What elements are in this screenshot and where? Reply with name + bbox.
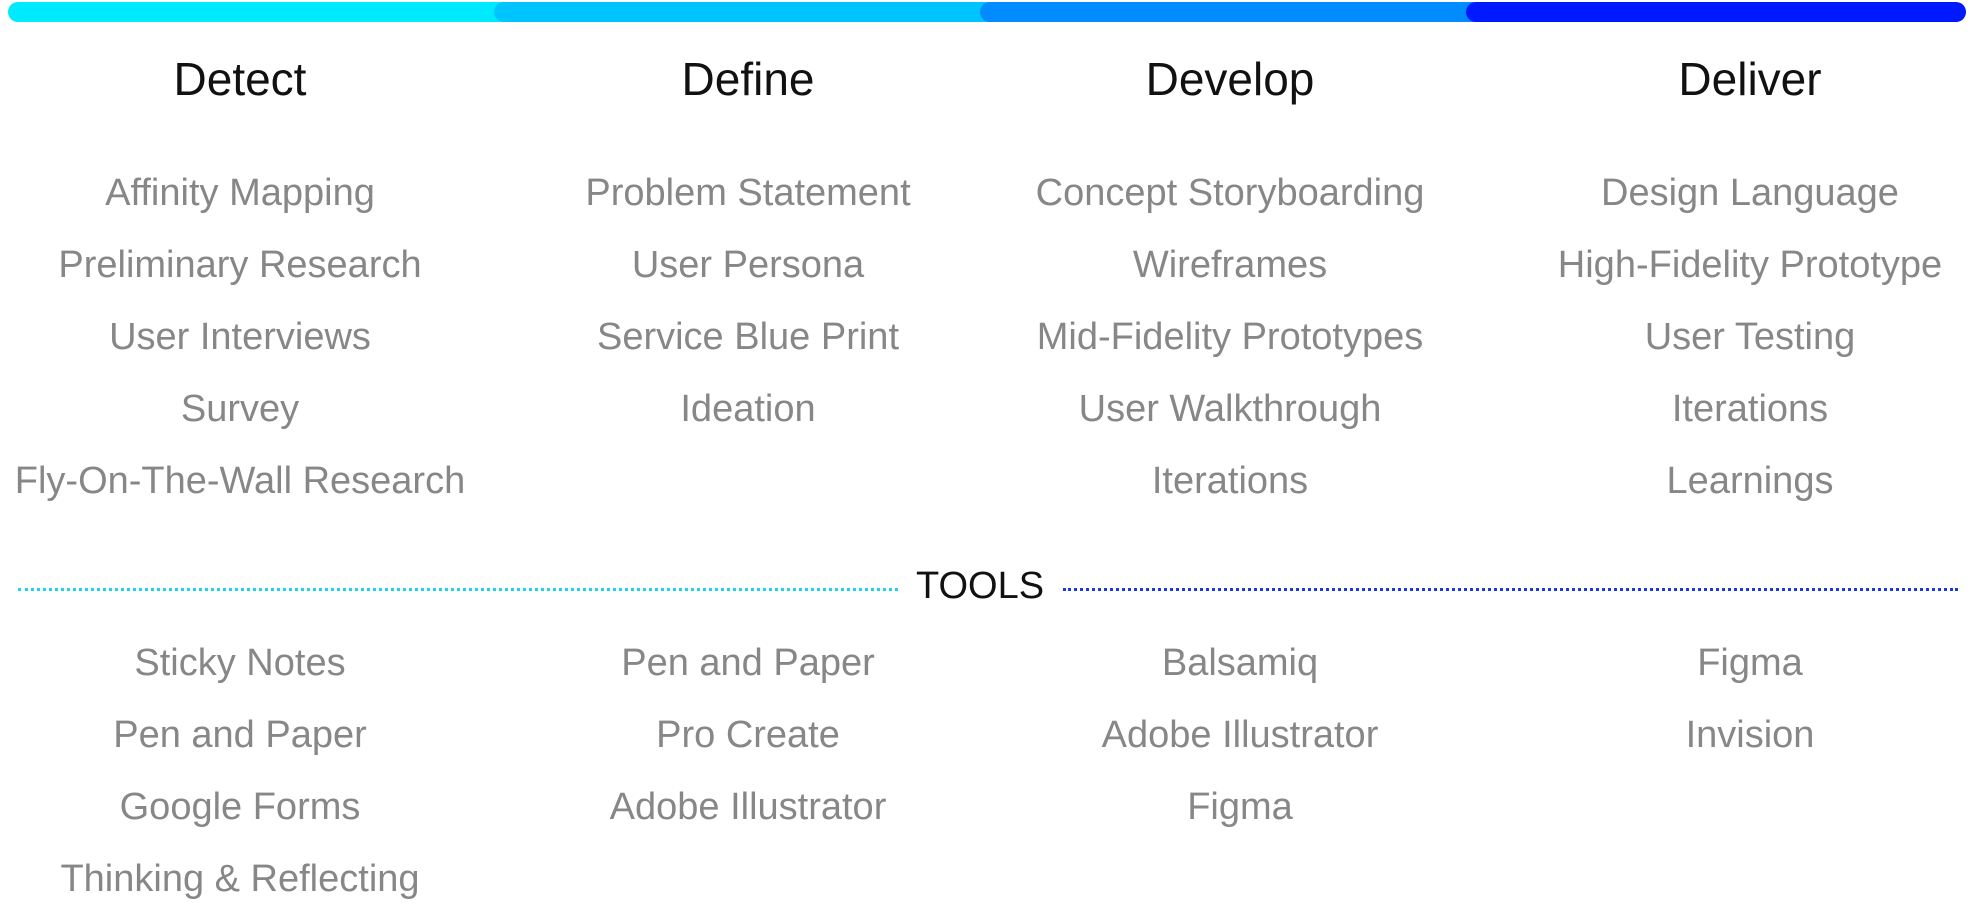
- method-item: Ideation: [680, 388, 816, 430]
- method-item: User Testing: [1644, 316, 1856, 358]
- tool-item: Thinking & Reflecting: [60, 858, 420, 900]
- tool-item: Figma: [1697, 642, 1803, 684]
- method-item: Design Language: [1601, 172, 1899, 214]
- tools-divider-right: [1063, 588, 1958, 591]
- phase-title-deliver: Deliver: [1678, 53, 1822, 105]
- tool-item: Balsamiq: [1161, 642, 1319, 684]
- tool-item: Sticky Notes: [134, 642, 346, 684]
- method-item: Wireframes: [1132, 244, 1328, 286]
- progress-segment-develop: [980, 2, 1488, 22]
- tool-item: Figma: [1187, 786, 1293, 828]
- tool-item: Adobe Illustrator: [609, 786, 887, 828]
- method-item: Iterations: [1151, 460, 1309, 502]
- phase-title-define: Define: [681, 53, 815, 105]
- tool-item: Adobe Illustrator: [1101, 714, 1379, 756]
- tool-item: Invision: [1685, 714, 1815, 756]
- method-item: Problem Statement: [585, 172, 911, 214]
- phase-title-develop: Develop: [1145, 53, 1315, 105]
- phase-title-detect: Detect: [173, 53, 307, 105]
- progress-segment-deliver: [1466, 2, 1966, 22]
- tool-item: Pro Create: [656, 714, 840, 756]
- method-item: User Walkthrough: [1078, 388, 1382, 430]
- method-item: Affinity Mapping: [105, 172, 375, 214]
- method-item: Iterations: [1671, 388, 1829, 430]
- method-item: User Persona: [631, 244, 865, 286]
- method-item: High-Fidelity Prototype: [1557, 244, 1943, 286]
- tools-divider-left: [18, 588, 898, 591]
- method-item: Concept Storyboarding: [1035, 172, 1425, 214]
- progress-segment-define: [494, 2, 1002, 22]
- progress-segment-detect: [8, 2, 516, 22]
- tools-label: TOOLS: [915, 565, 1045, 607]
- method-item: Mid-Fidelity Prototypes: [1036, 316, 1424, 358]
- method-item: Learnings: [1666, 460, 1834, 502]
- method-item: User Interviews: [109, 316, 371, 358]
- method-item: Preliminary Research: [58, 244, 422, 286]
- method-item: Survey: [180, 388, 300, 430]
- method-item: Service Blue Print: [596, 316, 899, 358]
- tool-item: Pen and Paper: [621, 642, 875, 684]
- method-item: Fly-On-The-Wall Research: [14, 460, 466, 502]
- tool-item: Google Forms: [119, 786, 361, 828]
- tool-item: Pen and Paper: [113, 714, 367, 756]
